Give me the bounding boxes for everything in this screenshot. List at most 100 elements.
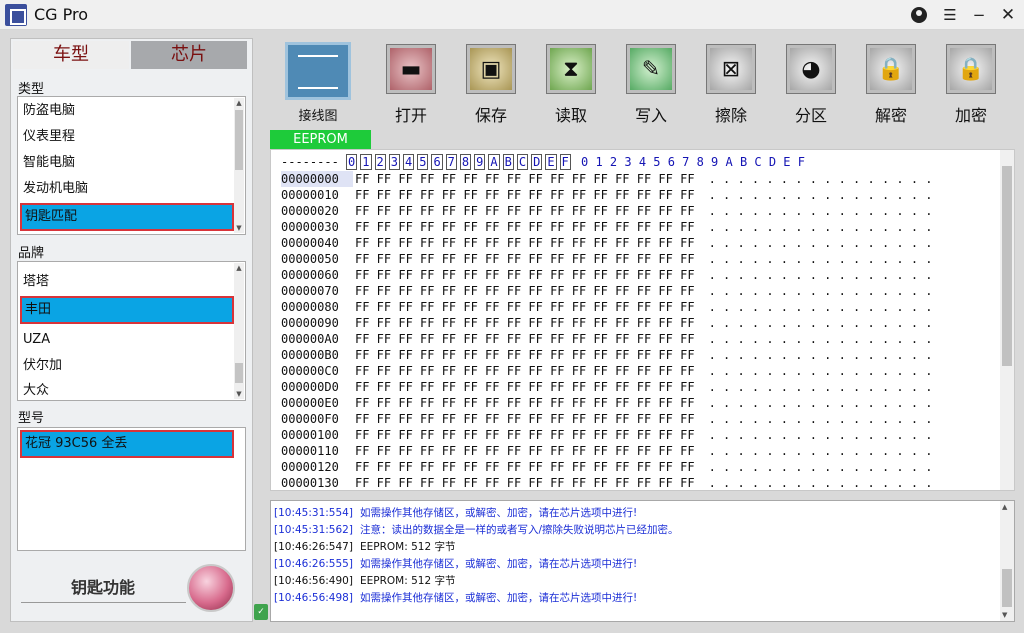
decrypt-button[interactable]: 🔒 解密 bbox=[861, 44, 921, 125]
list-item[interactable]: 塔塔 bbox=[23, 272, 49, 292]
list-item[interactable]: 伏尔加 bbox=[23, 356, 62, 376]
pie-chart-icon: ◕ bbox=[786, 44, 836, 94]
hex-bytes[interactable]: FF FF FF FF FF FF FF FF FF FF FF FF FF F… bbox=[355, 267, 695, 283]
hex-row[interactable]: 000000B0 FF FF FF FF FF FF FF FF FF FF FF… bbox=[281, 347, 933, 363]
hex-row[interactable]: 00000040 FF FF FF FF FF FF FF FF FF FF FF… bbox=[281, 235, 933, 251]
hex-address: 00000080 bbox=[281, 300, 339, 314]
hex-address: 00000020 bbox=[281, 204, 339, 218]
log-line: [10:46:56:498] 如需操作其他存储区，或解密、加密，请在芯片选项中进行… bbox=[274, 590, 637, 605]
hex-row[interactable]: 000000A0 FF FF FF FF FF FF FF FF FF FF FF… bbox=[281, 331, 933, 347]
hex-ascii: . . . . . . . . . . . . . . . . bbox=[708, 204, 933, 218]
hex-bytes[interactable]: FF FF FF FF FF FF FF FF FF FF FF FF FF F… bbox=[355, 315, 695, 331]
list-item[interactable]: UZA bbox=[23, 330, 50, 350]
hex-row[interactable]: 00000030 FF FF FF FF FF FF FF FF FF FF FF… bbox=[281, 219, 933, 235]
hex-bytes[interactable]: FF FF FF FF FF FF FF FF FF FF FF FF FF F… bbox=[355, 443, 695, 459]
menu-icon[interactable]: ☰ bbox=[939, 4, 961, 26]
hex-bytes[interactable]: FF FF FF FF FF FF FF FF FF FF FF FF FF F… bbox=[355, 427, 695, 443]
hex-bytes[interactable]: FF FF FF FF FF FF FF FF FF FF FF FF FF F… bbox=[355, 379, 695, 395]
hex-header-dashes: -------- bbox=[281, 155, 339, 169]
hex-row[interactable]: 00000060 FF FF FF FF FF FF FF FF FF FF FF… bbox=[281, 267, 933, 283]
list-item[interactable]: 智能电脑 bbox=[23, 153, 75, 173]
tab-eeprom[interactable]: EEPROM bbox=[270, 130, 371, 149]
hex-row[interactable]: 00000130 FF FF FF FF FF FF FF FF FF FF FF… bbox=[281, 475, 933, 490]
tab-car-model[interactable]: 车型 bbox=[13, 41, 129, 69]
wiring-label: 接线图 bbox=[298, 109, 338, 124]
read-button[interactable]: ⧗ 读取 bbox=[541, 44, 601, 125]
hourglass-icon: ⧗ bbox=[546, 44, 596, 94]
hex-row[interactable]: 00000050 FF FF FF FF FF FF FF FF FF FF FF… bbox=[281, 251, 933, 267]
hex-row[interactable]: 000000D0 FF FF FF FF FF FF FF FF FF FF FF… bbox=[281, 379, 933, 395]
list-item[interactable]: 大众 bbox=[23, 381, 49, 400]
read-label: 读取 bbox=[554, 106, 587, 125]
hex-bytes[interactable]: FF FF FF FF FF FF FF FF FF FF FF FF FF F… bbox=[355, 459, 695, 475]
hex-row[interactable]: 00000010 FF FF FF FF FF FF FF FF FF FF FF… bbox=[281, 187, 933, 203]
lock-gear-icon: 🔒 bbox=[946, 44, 996, 94]
hex-bytes[interactable]: FF FF FF FF FF FF FF FF FF FF FF FF FF F… bbox=[355, 395, 695, 411]
key-function-button[interactable] bbox=[187, 564, 235, 612]
hex-bytes[interactable]: FF FF FF FF FF FF FF FF FF FF FF FF FF F… bbox=[355, 203, 695, 219]
app-logo-icon bbox=[5, 4, 27, 26]
list-item-selected[interactable]: 丰田 bbox=[20, 296, 234, 324]
tab-chip[interactable]: 芯片 bbox=[131, 41, 247, 69]
hex-ascii: . . . . . . . . . . . . . . . . bbox=[708, 220, 933, 234]
brand-list-scrollbar[interactable]: ▲ ▼ bbox=[234, 263, 244, 399]
hex-bytes[interactable]: FF FF FF FF FF FF FF FF FF FF FF FF FF F… bbox=[355, 347, 695, 363]
log-message: 注意：读出的数据全是一样的或者写入/擦除失败说明芯片已经加密。 bbox=[360, 524, 679, 536]
hex-column-header: A bbox=[488, 154, 500, 170]
circuit-icon bbox=[285, 42, 351, 100]
hex-row[interactable]: 00000100 FF FF FF FF FF FF FF FF FF FF FF… bbox=[281, 427, 933, 443]
hex-bytes[interactable]: FF FF FF FF FF FF FF FF FF FF FF FF FF F… bbox=[355, 171, 695, 187]
hex-bytes[interactable]: FF FF FF FF FF FF FF FF FF FF FF FF FF F… bbox=[355, 411, 695, 427]
wiring-diagram-button[interactable]: 接线图 bbox=[282, 42, 354, 124]
minimize-icon[interactable]: − bbox=[968, 4, 990, 26]
list-item[interactable]: 发动机电脑 bbox=[23, 179, 88, 199]
hex-row[interactable]: 00000120 FF FF FF FF FF FF FF FF FF FF FF… bbox=[281, 459, 933, 475]
save-button[interactable]: ▣ 保存 bbox=[461, 44, 521, 125]
list-item[interactable]: 仪表里程 bbox=[23, 127, 75, 147]
encrypt-button[interactable]: 🔒 加密 bbox=[941, 44, 1001, 125]
write-button[interactable]: ✎ 写入 bbox=[621, 44, 681, 125]
hex-row[interactable]: 00000000 FF FF FF FF FF FF FF FF FF FF FF… bbox=[281, 171, 933, 187]
hex-bytes[interactable]: FF FF FF FF FF FF FF FF FF FF FF FF FF F… bbox=[355, 235, 695, 251]
hex-bytes[interactable]: FF FF FF FF FF FF FF FF FF FF FF FF FF F… bbox=[355, 219, 695, 235]
hex-column-header: 7 bbox=[445, 154, 457, 170]
hex-row[interactable]: 00000080 FF FF FF FF FF FF FF FF FF FF FF… bbox=[281, 299, 933, 315]
log-scrollbar[interactable]: ▲ ▼ bbox=[1000, 501, 1014, 621]
hex-ascii: . . . . . . . . . . . . . . . . bbox=[708, 316, 933, 330]
partition-button[interactable]: ◕ 分区 bbox=[781, 44, 841, 125]
hex-bytes[interactable]: FF FF FF FF FF FF FF FF FF FF FF FF FF F… bbox=[355, 251, 695, 267]
hex-row[interactable]: 00000110 FF FF FF FF FF FF FF FF FF FF FF… bbox=[281, 443, 933, 459]
open-button[interactable]: ▬ 打开 bbox=[381, 44, 441, 125]
hex-bytes[interactable]: FF FF FF FF FF FF FF FF FF FF FF FF FF F… bbox=[355, 283, 695, 299]
hex-column-header: 5 bbox=[417, 154, 429, 170]
hex-row[interactable]: 00000070 FF FF FF FF FF FF FF FF FF FF FF… bbox=[281, 283, 933, 299]
log-message: 如需操作其他存储区，或解密、加密，请在芯片选项中进行! bbox=[360, 592, 638, 604]
log-line: [10:46:26:555] 如需操作其他存储区，或解密、加密，请在芯片选项中进行… bbox=[274, 556, 637, 571]
hex-row[interactable]: 000000F0 FF FF FF FF FF FF FF FF FF FF FF… bbox=[281, 411, 933, 427]
type-list-scrollbar[interactable]: ▲ ▼ bbox=[234, 98, 244, 233]
hex-bytes[interactable]: FF FF FF FF FF FF FF FF FF FF FF FF FF F… bbox=[355, 299, 695, 315]
list-item-selected[interactable]: 花冠 93C56 全丢 bbox=[20, 430, 234, 458]
erase-button[interactable]: ⊠ 擦除 bbox=[701, 44, 761, 125]
hex-row[interactable]: 00000020 FF FF FF FF FF FF FF FF FF FF FF… bbox=[281, 203, 933, 219]
log-timestamp: [10:46:26:555] bbox=[274, 558, 353, 570]
list-item-selected[interactable]: 钥匙匹配 bbox=[20, 203, 234, 231]
hex-bytes[interactable]: FF FF FF FF FF FF FF FF FF FF FF FF FF F… bbox=[355, 363, 695, 379]
save-label: 保存 bbox=[474, 106, 507, 125]
hex-bytes[interactable]: FF FF FF FF FF FF FF FF FF FF FF FF FF F… bbox=[355, 331, 695, 347]
model-list: 花冠 93C56 全丢 bbox=[17, 427, 246, 551]
close-icon[interactable]: ✕ bbox=[997, 4, 1019, 26]
hex-row[interactable]: 000000E0 FF FF FF FF FF FF FF FF FF FF FF… bbox=[281, 395, 933, 411]
hex-row[interactable]: 00000090 FF FF FF FF FF FF FF FF FF FF FF… bbox=[281, 315, 933, 331]
user-icon[interactable] bbox=[908, 4, 930, 26]
hex-editor[interactable]: -------- 0123456789ABCDEF 0 1 2 3 4 5 6 … bbox=[270, 149, 1015, 491]
hex-row[interactable]: 000000C0 FF FF FF FF FF FF FF FF FF FF FF… bbox=[281, 363, 933, 379]
hex-ascii: . . . . . . . . . . . . . . . . bbox=[708, 236, 933, 250]
hex-scrollbar[interactable] bbox=[1000, 150, 1014, 490]
hex-ascii: . . . . . . . . . . . . . . . . bbox=[708, 380, 933, 394]
list-item[interactable]: 防盗电脑 bbox=[23, 101, 75, 121]
hex-address: 00000120 bbox=[281, 460, 339, 474]
hex-bytes[interactable]: FF FF FF FF FF FF FF FF FF FF FF FF FF F… bbox=[355, 475, 695, 490]
hex-bytes[interactable]: FF FF FF FF FF FF FF FF FF FF FF FF FF F… bbox=[355, 187, 695, 203]
hex-ascii: . . . . . . . . . . . . . . . . bbox=[708, 172, 933, 186]
